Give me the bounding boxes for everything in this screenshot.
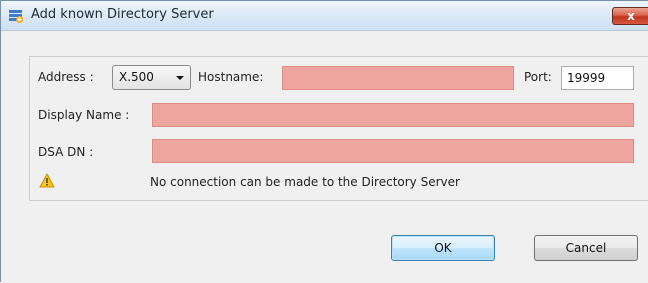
ok-button[interactable]: OK (391, 235, 495, 261)
port-input[interactable]: 19999 (561, 66, 634, 90)
address-type-value: X.500 (119, 70, 154, 84)
close-icon: x (627, 9, 635, 23)
chevron-down-icon (176, 76, 184, 80)
display-name-label: Display Name : (38, 108, 130, 122)
add-directory-server-dialog: Add known Directory Server x Address : X… (0, 0, 648, 283)
directory-server-app-icon (9, 10, 23, 23)
display-name-input[interactable] (152, 103, 634, 127)
hostname-label: Hostname: (198, 70, 264, 84)
title-bar[interactable]: Add known Directory Server x (1, 1, 648, 31)
cancel-button[interactable]: Cancel (534, 235, 638, 261)
address-type-select[interactable]: X.500 (112, 65, 191, 90)
window-title: Add known Directory Server (31, 7, 214, 22)
dsa-dn-input[interactable] (152, 139, 634, 163)
status-message: No connection can be made to the Directo… (150, 175, 460, 189)
warning-icon (39, 173, 55, 188)
port-label: Port: (524, 70, 552, 84)
dsa-dn-label: DSA DN : (38, 145, 94, 159)
close-button[interactable]: x (612, 7, 648, 25)
address-label: Address : (38, 70, 94, 84)
hostname-input[interactable] (282, 66, 514, 90)
